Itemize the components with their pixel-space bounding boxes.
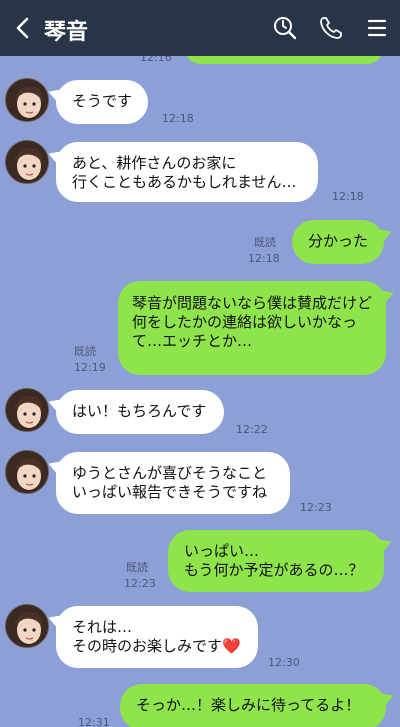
message-bubble-outgoing[interactable]: いっぱい… もう何か予定があるの…？	[168, 530, 384, 592]
message-bubble-incoming[interactable]: ゆうとさんが喜びそうなこと いっぱい報告できそうですね	[56, 452, 290, 514]
search-icon[interactable]	[272, 15, 298, 41]
message-bubble-outgoing[interactable]: 分かった	[292, 220, 384, 264]
message-time: 12:19	[74, 361, 106, 374]
message-bubble-incoming[interactable]: はい！もちろんです	[56, 390, 224, 434]
message-bubble-incoming[interactable]: あと、耕作さんのお家に 行くこともあるかもしれません…	[56, 142, 318, 202]
avatar[interactable]	[5, 604, 49, 648]
chat-area[interactable]: 12:16 そうです 12:18 あと、耕作さんのお家に 行くこともあるかもしれ…	[0, 0, 400, 727]
message-bubble-incoming[interactable]: そうです	[56, 80, 148, 124]
read-receipt: 既読	[126, 561, 148, 574]
chat-header: 琴音	[0, 0, 400, 56]
message-time: 12:23	[124, 577, 156, 590]
message-time: 12:30	[268, 656, 300, 669]
read-receipt: 既読	[254, 236, 276, 249]
menu-icon[interactable]	[364, 15, 390, 41]
avatar[interactable]	[5, 140, 49, 184]
message-bubble-outgoing[interactable]: そっか…！楽しみに待ってるよ！	[120, 684, 386, 727]
message-time: 12:23	[300, 501, 332, 514]
message-time: 12:22	[236, 423, 268, 436]
message-time: 12:18	[332, 190, 364, 203]
message-bubble-incoming[interactable]: それは… その時のお楽しみです❤️	[56, 606, 258, 668]
avatar[interactable]	[5, 78, 49, 122]
message-time: 12:31	[78, 716, 110, 727]
message-time: 12:18	[248, 252, 280, 265]
avatar[interactable]	[5, 388, 49, 432]
phone-icon[interactable]	[318, 15, 344, 41]
chat-title: 琴音	[44, 20, 89, 45]
message-bubble-outgoing[interactable]: 琴音が問題ないなら僕は賛成だけど 何をしたかの連絡は欲しいかなって…エッチとか…	[118, 281, 386, 375]
chevron-left-icon[interactable]	[12, 16, 34, 40]
avatar[interactable]	[5, 450, 49, 494]
message-time: 12:18	[162, 112, 194, 125]
read-receipt: 既読	[74, 345, 96, 358]
